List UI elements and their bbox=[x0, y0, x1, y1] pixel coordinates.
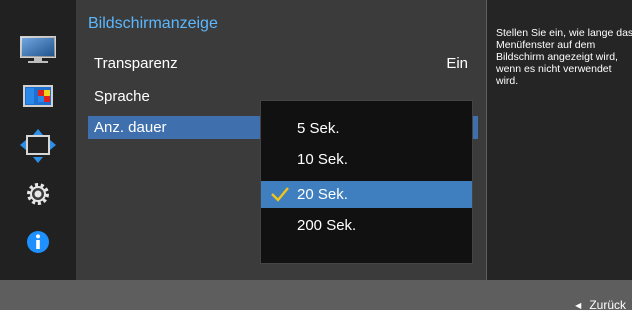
option-label: 5 Sek. bbox=[297, 120, 340, 137]
size-position-menu-button[interactable] bbox=[0, 126, 76, 166]
color-icon bbox=[23, 85, 53, 107]
menu-item-transparenz[interactable]: Transparenz Ein bbox=[88, 52, 478, 76]
information-menu-button[interactable] bbox=[0, 222, 76, 262]
option-label: 200 Sek. bbox=[297, 217, 357, 234]
left-arrow-icon: ◀ bbox=[575, 301, 582, 310]
menu-item-value: Ein bbox=[446, 55, 468, 72]
option-label: 20 Sek. bbox=[297, 186, 348, 203]
settings-menu-button[interactable] bbox=[0, 174, 76, 214]
menu-item-label: Anz. dauer bbox=[94, 119, 167, 136]
settings-gear-icon bbox=[27, 183, 49, 205]
option-20-sek[interactable]: 20 Sek. bbox=[261, 181, 472, 208]
display-time-dropdown: 5 Sek. 10 Sek. 20 Sek. 200 Sek. bbox=[260, 100, 473, 264]
option-200-sek[interactable]: 200 Sek. bbox=[261, 212, 472, 239]
menu-item-label: Transparenz bbox=[94, 55, 178, 72]
option-5-sek[interactable]: 5 Sek. bbox=[261, 115, 472, 142]
osd-screen: Bildschirmanzeige Transparenz Ein Sprach… bbox=[0, 0, 632, 312]
menu-item-label: Sprache bbox=[94, 88, 150, 105]
menu-toolbar bbox=[0, 0, 76, 280]
info-icon bbox=[27, 231, 49, 253]
size-position-icon bbox=[20, 129, 56, 163]
back-button[interactable]: ◀ Zurück bbox=[575, 299, 626, 312]
monitor-picture-icon bbox=[20, 36, 56, 63]
option-10-sek[interactable]: 10 Sek. bbox=[261, 146, 472, 173]
footer-bar: ◀ Zurück bbox=[0, 280, 632, 312]
picture-menu-button[interactable] bbox=[0, 30, 76, 70]
color-menu-button[interactable] bbox=[0, 76, 76, 116]
check-icon bbox=[271, 187, 289, 202]
menu-title: Bildschirmanzeige bbox=[88, 15, 218, 32]
option-label: 10 Sek. bbox=[297, 151, 348, 168]
help-panel: Stellen Sie ein, wie lange das Menüfenst… bbox=[487, 0, 632, 280]
help-text: Stellen Sie ein, wie lange das Menüfenst… bbox=[496, 27, 632, 87]
